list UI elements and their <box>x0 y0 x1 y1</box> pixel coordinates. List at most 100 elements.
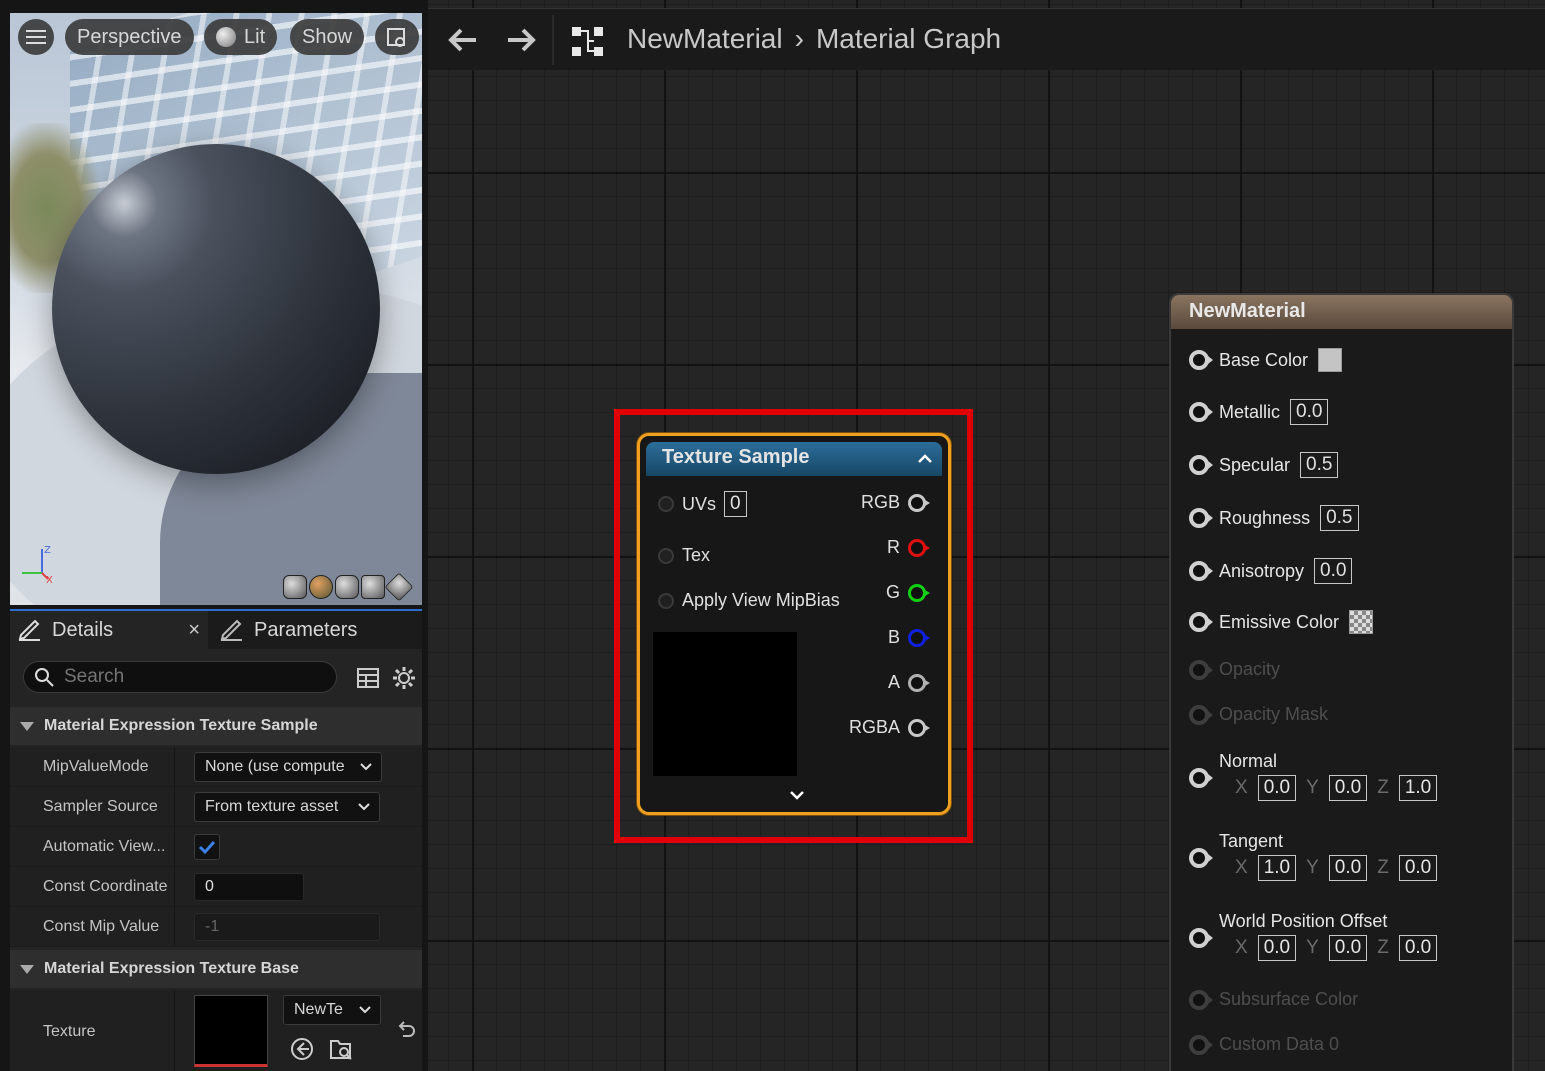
lit-button[interactable]: Lit <box>204 19 278 55</box>
input-specular[interactable]: Specular 0.5 <box>1189 452 1339 478</box>
output-pin-icon[interactable] <box>908 628 930 647</box>
column-splitter[interactable] <box>174 867 175 906</box>
table-view-icon[interactable] <box>355 665 381 691</box>
sphere-shape-icon[interactable] <box>309 575 333 599</box>
sampler-source-dropdown[interactable]: From texture asset <box>194 792 380 822</box>
section-texture-sample[interactable]: Material Expression Texture Sample <box>10 707 422 745</box>
cylinder-shape-icon[interactable] <box>283 575 307 599</box>
tab-parameters[interactable]: Parameters <box>208 611 365 649</box>
input-normal[interactable] <box>1189 768 1213 788</box>
output-pin-icon[interactable] <box>908 718 930 737</box>
axis-z-label: Z <box>44 545 51 556</box>
input-tangent[interactable] <box>1189 848 1213 868</box>
const-mip-value-input[interactable]: -1 <box>194 913 380 941</box>
search-box[interactable] <box>23 661 337 693</box>
input-metallic[interactable]: Metallic 0.0 <box>1189 399 1329 425</box>
plane-shape-icon[interactable] <box>335 575 359 599</box>
forward-arrow-icon[interactable] <box>506 27 536 53</box>
output-pin-rgba[interactable]: RGBA <box>849 717 930 738</box>
normal-z-input[interactable]: 1.0 <box>1398 775 1438 801</box>
input-roughness[interactable]: Roughness 0.5 <box>1189 505 1359 531</box>
column-splitter[interactable] <box>174 787 175 826</box>
input-pin-icon[interactable] <box>1189 350 1213 370</box>
texture-sample-header[interactable]: Texture Sample <box>646 442 942 476</box>
search-input[interactable] <box>64 666 314 688</box>
close-icon[interactable]: × <box>188 619 200 642</box>
show-button[interactable]: Show <box>290 19 365 55</box>
base-color-swatch[interactable] <box>1318 348 1343 372</box>
input-pin-icon[interactable] <box>1189 612 1213 632</box>
chevron-up-icon[interactable] <box>916 450 934 468</box>
breadcrumb-newmaterial[interactable]: NewMaterial <box>627 23 783 55</box>
tangent-y-input[interactable]: 0.0 <box>1328 855 1368 881</box>
output-pin-icon[interactable] <box>908 538 930 557</box>
uvs-value-input[interactable]: 0 <box>724 491 747 517</box>
roughness-value-input[interactable]: 0.5 <box>1320 505 1359 531</box>
input-pin-icon[interactable] <box>1189 928 1213 948</box>
specular-value-input[interactable]: 0.5 <box>1300 452 1339 478</box>
perspective-button[interactable]: Perspective <box>65 19 194 55</box>
output-pin-rgb[interactable]: RGB <box>861 492 930 513</box>
metallic-value-input[interactable]: 0.0 <box>1290 399 1329 425</box>
breadcrumb-material-graph[interactable]: Material Graph <box>816 23 1001 55</box>
input-pin-icon[interactable] <box>1189 768 1213 788</box>
back-arrow-icon[interactable] <box>448 27 478 53</box>
texture-asset-dropdown[interactable]: NewTe <box>283 995 381 1025</box>
input-pin-apply-view-mipbias[interactable]: Apply View MipBias <box>658 590 840 611</box>
column-splitter[interactable] <box>174 990 175 1071</box>
output-pin-r[interactable]: R <box>887 537 930 558</box>
input-pin-icon[interactable] <box>1189 561 1213 581</box>
input-pin-icon[interactable] <box>1189 848 1213 868</box>
column-splitter[interactable] <box>174 827 175 866</box>
input-emissive-color[interactable]: Emissive Color <box>1189 610 1374 634</box>
browse-asset-icon[interactable] <box>328 1036 354 1062</box>
reset-to-default-icon[interactable] <box>395 1020 417 1042</box>
output-pin-icon[interactable] <box>908 583 930 602</box>
output-pin-icon[interactable] <box>908 673 930 692</box>
viewport-menu-button[interactable] <box>18 19 54 55</box>
texture-sample-node[interactable]: Texture Sample UVs 0 Tex Apply View MipB… <box>637 433 951 815</box>
texture-thumbnail[interactable] <box>194 995 268 1067</box>
material-output-node[interactable]: NewMaterial Base Color Metallic 0.0 Spec… <box>1169 293 1514 1071</box>
chevron-down-icon[interactable] <box>788 788 806 804</box>
input-pin-icon[interactable] <box>1189 455 1213 475</box>
input-pin-icon[interactable] <box>658 496 674 512</box>
output-pin-g[interactable]: G <box>886 582 930 603</box>
tab-details[interactable]: Details × <box>10 611 208 649</box>
input-pin-icon[interactable] <box>658 547 674 564</box>
column-splitter[interactable] <box>174 907 175 946</box>
input-pin-icon[interactable] <box>1189 508 1213 528</box>
anisotropy-value-input[interactable]: 0.0 <box>1314 558 1353 584</box>
emissive-color-swatch[interactable] <box>1349 610 1374 634</box>
tangent-z-input[interactable]: 0.0 <box>1398 855 1438 881</box>
normal-y-input[interactable]: 0.0 <box>1328 775 1368 801</box>
material-node-header[interactable]: NewMaterial <box>1171 295 1512 329</box>
mipvaluemode-dropdown[interactable]: None (use compute <box>194 752 382 782</box>
const-coordinate-input[interactable]: 0 <box>194 873 304 901</box>
gear-icon[interactable] <box>391 665 417 691</box>
column-splitter[interactable] <box>174 747 175 786</box>
use-selected-asset-icon[interactable] <box>289 1036 315 1062</box>
input-pin-tex[interactable]: Tex <box>658 545 710 566</box>
input-pin-icon[interactable] <box>658 592 674 609</box>
input-world-position-offset[interactable] <box>1189 928 1213 948</box>
realtime-options-button[interactable] <box>375 19 419 55</box>
cube-shape-icon[interactable] <box>361 575 385 599</box>
material-preview-viewport[interactable]: Perspective Lit Show Z X <box>10 13 422 605</box>
input-base-color[interactable]: Base Color <box>1189 348 1343 372</box>
normal-x-input[interactable]: 0.0 <box>1257 775 1297 801</box>
wpo-z-input[interactable]: 0.0 <box>1398 935 1438 961</box>
input-pin-icon[interactable] <box>1189 402 1213 422</box>
section-texture-base[interactable]: Material Expression Texture Base <box>10 950 422 988</box>
automatic-view-checkbox[interactable] <box>194 834 220 860</box>
wpo-x-input[interactable]: 0.0 <box>1257 935 1297 961</box>
output-pin-b[interactable]: B <box>888 627 930 648</box>
wpo-y-input[interactable]: 0.0 <box>1328 935 1368 961</box>
input-anisotropy[interactable]: Anisotropy 0.0 <box>1189 558 1353 584</box>
search-icon <box>35 668 54 687</box>
custom-mesh-icon[interactable] <box>384 572 414 602</box>
output-pin-icon[interactable] <box>908 493 930 512</box>
tangent-x-input[interactable]: 1.0 <box>1257 855 1297 881</box>
input-pin-uvs[interactable]: UVs 0 <box>658 491 747 517</box>
output-pin-a[interactable]: A <box>888 672 930 693</box>
